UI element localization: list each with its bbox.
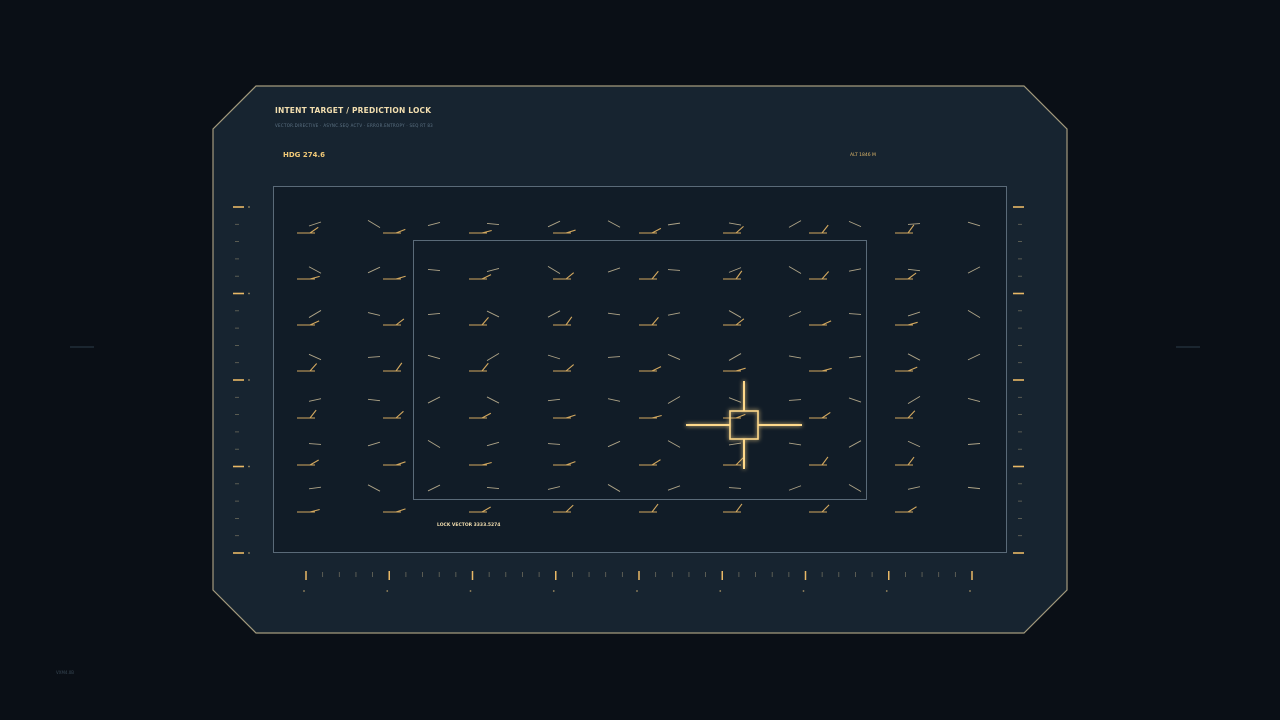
- left-tick-dot: [248, 206, 250, 208]
- bottom-tick-dot: [719, 590, 722, 592]
- footer-code: VXM4.0B: [56, 670, 75, 675]
- bottom-tick-dot: [636, 590, 638, 592]
- bottom-tick-dot: [969, 590, 971, 592]
- lock-vector-readout: LOCK VECTOR 3333.5274: [437, 523, 501, 528]
- page-title: INTENT TARGET / PREDICTION LOCK: [275, 106, 432, 115]
- bottom-tick-dot: [303, 590, 305, 592]
- bottom-tick-dot: [885, 590, 888, 592]
- bottom-tick-dot: [802, 590, 805, 592]
- bottom-tick-dot: [386, 590, 389, 592]
- bottom-tick-dot: [552, 590, 555, 592]
- hud-stage: [70, 85, 1200, 634]
- heading-readout: HDG 274.6: [283, 151, 325, 159]
- altitude-readout: ALT 1846 M: [850, 153, 876, 158]
- left-tick-dot: [248, 379, 250, 381]
- bottom-tick-dot: [469, 590, 472, 592]
- left-tick-dot: [248, 552, 250, 554]
- page-subtitle: VECTOR.DIRECTIVE · ASYNC.SEQ ACTV · ERRO…: [275, 123, 434, 128]
- left-tick-dot: [248, 292, 250, 295]
- left-tick-dot: [248, 465, 250, 468]
- scan-frame-outer: [273, 186, 1007, 553]
